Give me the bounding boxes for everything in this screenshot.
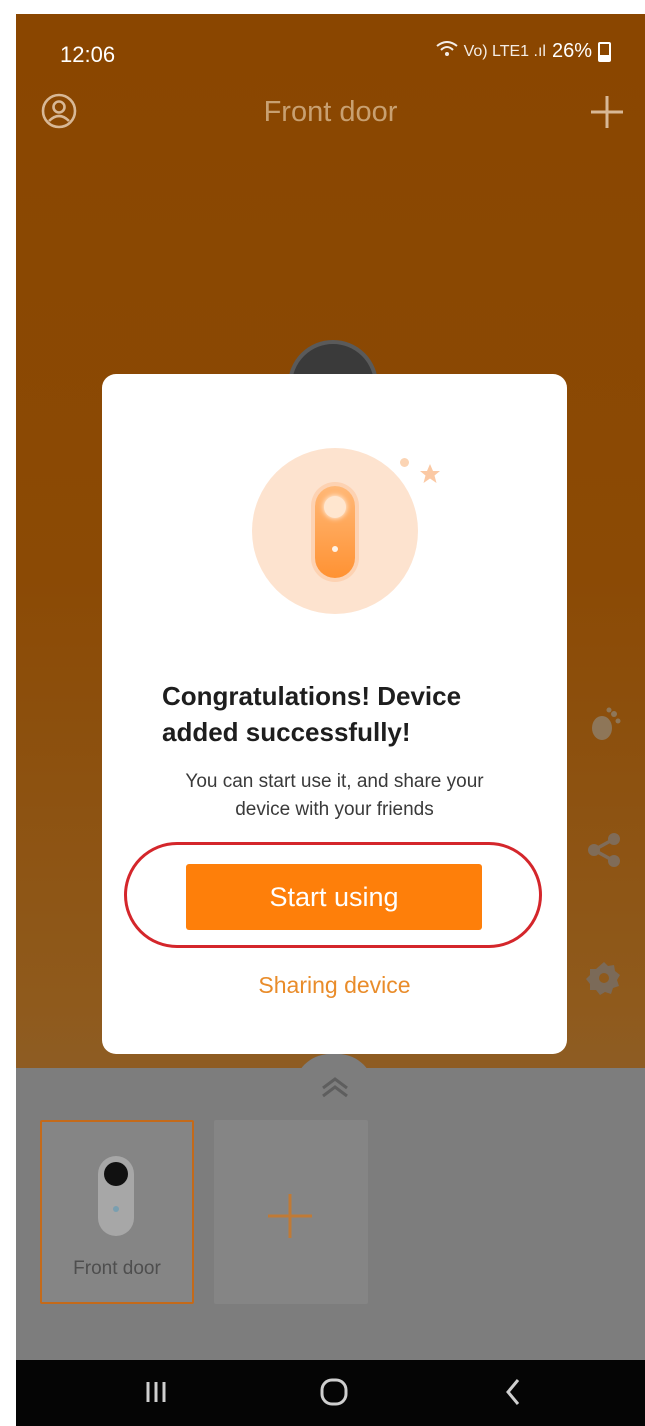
- status-time: 12:06: [60, 42, 116, 67]
- battery-percent: 26%: [551, 40, 592, 62]
- device-card-front-door[interactable]: Front door: [40, 1120, 194, 1304]
- share-icon[interactable]: [584, 830, 624, 870]
- home-icon[interactable]: [314, 1374, 354, 1410]
- dialog-title: Congratulations! Device added successful…: [162, 681, 462, 747]
- status-indicators: Vo) LTE1 .ıl 26%: [435, 40, 611, 63]
- start-using-button[interactable]: Start using: [186, 864, 482, 930]
- gear-icon[interactable]: [584, 958, 624, 998]
- success-dialog: Congratulations! Device added successful…: [102, 374, 567, 1054]
- dialog-message: You can start use it, and share your dev…: [185, 771, 484, 820]
- sparkle-icon: [400, 458, 409, 467]
- doorbell-icon: [315, 486, 355, 578]
- device-card-label: Front door: [73, 1258, 161, 1279]
- signal-text: Vo) LTE1 .ıl: [463, 42, 546, 60]
- doorbell-icon: [98, 1156, 134, 1236]
- battery-icon: [598, 41, 611, 62]
- chevron-up-icon[interactable]: [318, 1076, 352, 1098]
- device-panel: Front door: [16, 1068, 645, 1360]
- back-icon[interactable]: [494, 1374, 534, 1410]
- sharing-device-link[interactable]: Sharing device: [102, 972, 567, 999]
- plus-icon: [268, 1194, 312, 1238]
- wifi-icon: [435, 41, 458, 62]
- top-bar: Front door: [16, 84, 645, 140]
- recents-icon[interactable]: [136, 1374, 176, 1410]
- plus-icon[interactable]: [587, 92, 627, 132]
- status-bar: 12:06 Vo) LTE1 .ıl 26%: [16, 14, 645, 84]
- app-screen: 12:06 Vo) LTE1 .ıl 26% Front door Front …: [16, 14, 645, 1426]
- add-device-card[interactable]: [214, 1120, 368, 1304]
- page-title: Front door: [263, 96, 398, 128]
- system-nav-bar: [16, 1360, 645, 1426]
- footprint-icon[interactable]: [584, 704, 624, 744]
- star-icon: [420, 464, 440, 483]
